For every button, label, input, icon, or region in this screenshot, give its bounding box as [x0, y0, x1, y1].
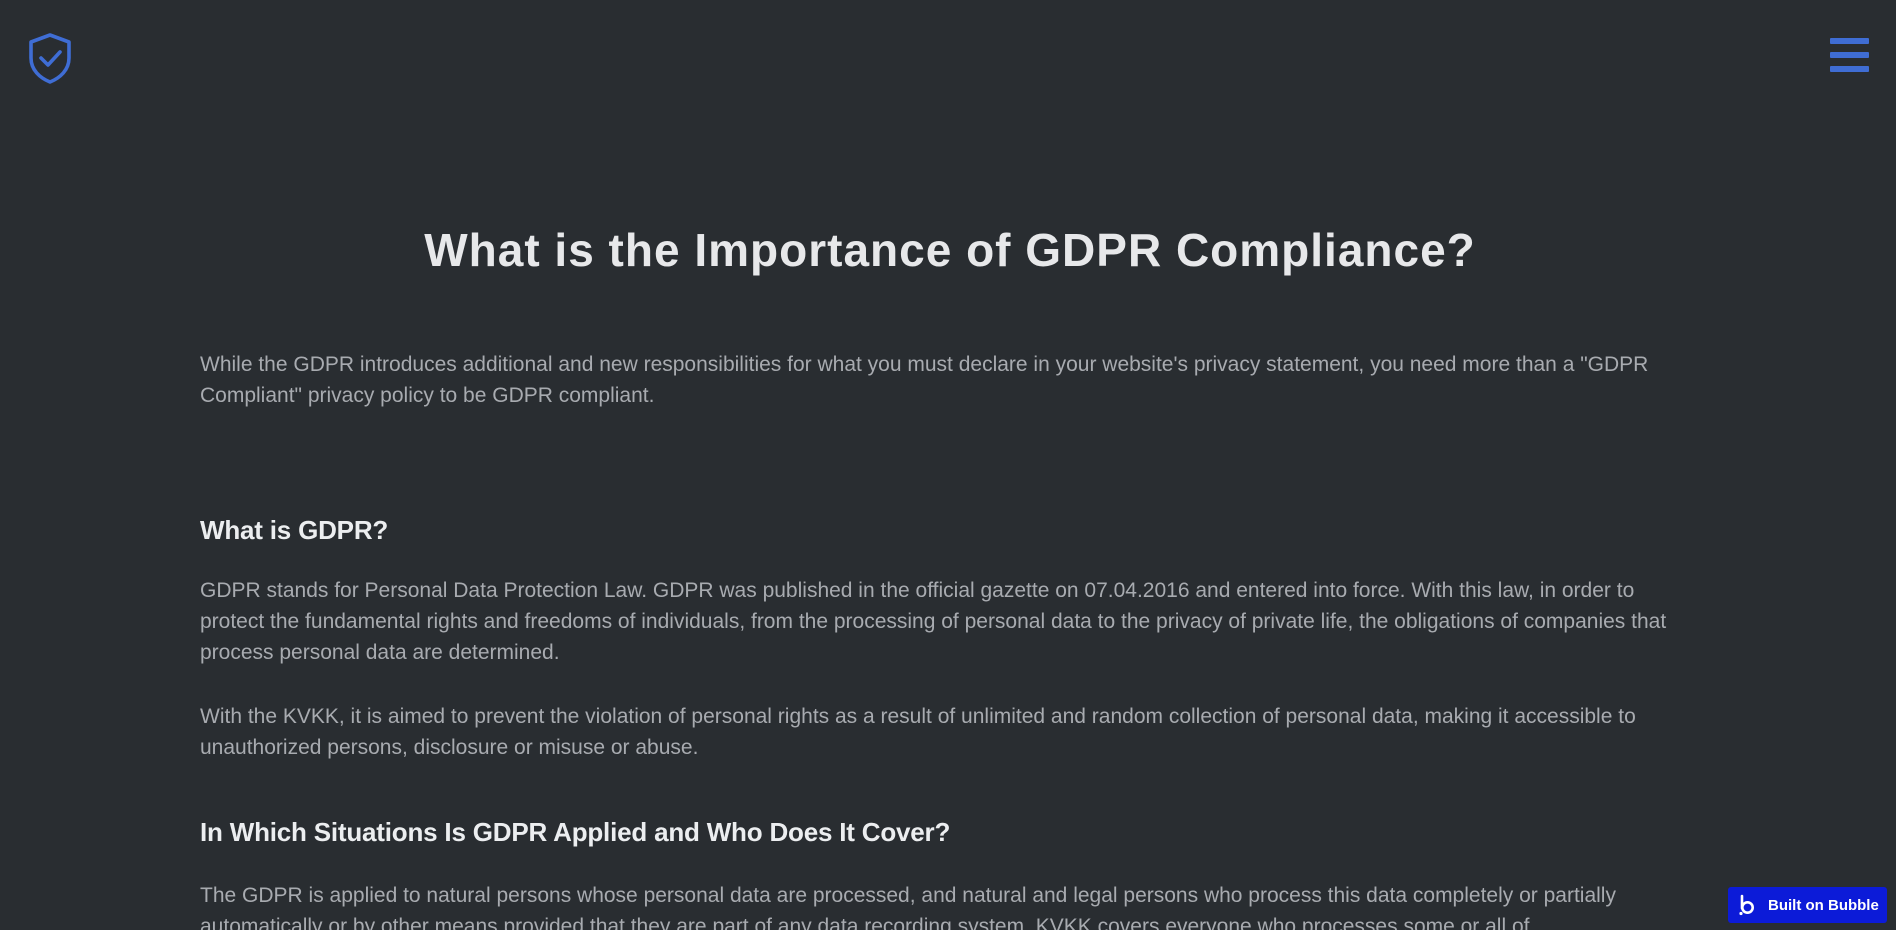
built-on-bubble-label: Built on Bubble	[1768, 896, 1879, 914]
bubble-logo-icon	[1736, 893, 1760, 917]
section-paragraph: With the KVKK, it is aimed to prevent th…	[200, 705, 1636, 759]
section-heading-situations: In Which Situations Is GDPR Applied and …	[200, 817, 951, 847]
hamburger-menu-icon[interactable]	[1830, 38, 1872, 74]
intro-paragraph: While the GDPR introduces additional and…	[200, 353, 1649, 407]
page: What is the Importance of GDPR Complianc…	[0, 0, 1896, 930]
built-on-bubble-badge[interactable]: Built on Bubble	[1728, 887, 1887, 923]
section-heading-what-is-gdpr: What is GDPR?	[200, 515, 389, 545]
section-paragraph: The GDPR is applied to natural persons w…	[200, 884, 1616, 930]
shield-check-icon[interactable]	[26, 32, 74, 86]
page-title: What is the Importance of GDPR Complianc…	[424, 224, 1476, 276]
section-paragraph: GDPR stands for Personal Data Protection…	[200, 579, 1667, 664]
